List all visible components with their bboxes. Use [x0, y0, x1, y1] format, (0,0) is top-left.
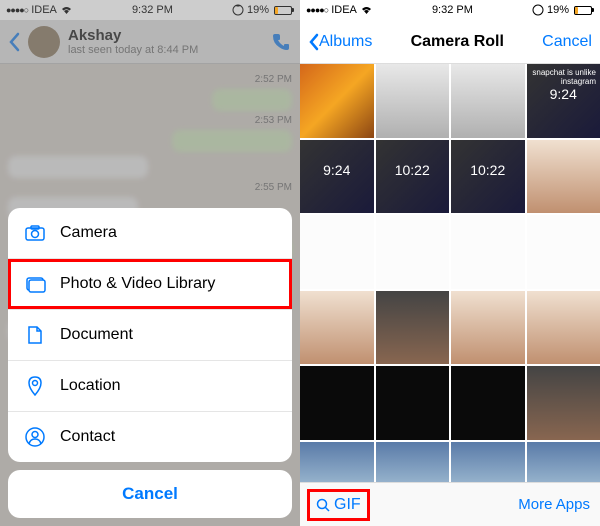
rotation-lock-icon [232, 4, 244, 16]
photo-thumbnail[interactable] [300, 366, 374, 440]
location-icon [24, 375, 46, 397]
photo-thumbnail[interactable] [376, 64, 450, 138]
photo-thumbnail[interactable]: 9:24 snapchat is unlike instagram [527, 64, 600, 138]
gif-search-button[interactable]: GIF [310, 492, 367, 518]
signal-dots-icon: ●●●●○ [6, 5, 28, 15]
status-bar: ●●●●○ IDEA 9:32 PM 19% [0, 0, 300, 20]
action-cancel-button[interactable]: Cancel [8, 470, 292, 518]
picker-bottom-bar: GIF More Apps [300, 482, 600, 526]
carrier-label: IDEA [331, 4, 357, 16]
albums-back-button[interactable]: Albums [308, 33, 372, 51]
photo-thumbnail[interactable]: 9:24 [300, 140, 374, 214]
photo-thumbnail[interactable] [451, 366, 525, 440]
photo-thumbnail[interactable] [527, 366, 600, 440]
photo-thumbnail[interactable] [300, 64, 374, 138]
battery-percent: 19% [247, 4, 269, 16]
action-label: Camera [60, 224, 117, 242]
photo-thumbnail[interactable] [527, 215, 600, 289]
status-bar: ●●●●○ IDEA 9:32 PM 19% [300, 0, 600, 20]
right-phone-camera-roll: ●●●●○ IDEA 9:32 PM 19% Albums [300, 0, 600, 526]
battery-icon [572, 6, 594, 15]
signal-dots-icon: ●●●●○ [306, 5, 328, 15]
back-label: Albums [319, 33, 372, 51]
search-icon [316, 498, 330, 512]
action-label: Location [60, 377, 121, 395]
photo-grid: 9:24 snapchat is unlike instagram 9:24 1… [300, 64, 600, 515]
photo-thumbnail[interactable] [376, 366, 450, 440]
left-phone-chat-screen: ●●●●○ IDEA 9:32 PM 19% [0, 0, 300, 526]
photo-thumbnail[interactable] [376, 215, 450, 289]
folder-icon [24, 273, 46, 295]
carrier-label: IDEA [31, 4, 57, 16]
photo-thumbnail[interactable] [451, 215, 525, 289]
wifi-icon [60, 5, 73, 15]
attachment-action-sheet: Camera Photo & Video Library Document [8, 208, 292, 518]
action-camera[interactable]: Camera [8, 208, 292, 259]
action-label: Photo & Video Library [60, 275, 215, 293]
action-label: Contact [60, 428, 115, 446]
rotation-lock-icon [532, 4, 544, 16]
battery-icon [272, 6, 294, 15]
action-contact[interactable]: Contact [8, 412, 292, 462]
photo-thumbnail[interactable] [527, 140, 600, 214]
status-time: 9:32 PM [432, 4, 473, 16]
gif-label: GIF [334, 496, 361, 514]
contact-icon [24, 426, 46, 448]
action-photo-video-library[interactable]: Photo & Video Library [8, 259, 292, 310]
photo-thumbnail[interactable] [376, 291, 450, 365]
action-label: Document [60, 326, 133, 344]
document-icon [24, 324, 46, 346]
photo-thumbnail[interactable] [527, 291, 600, 365]
action-location[interactable]: Location [8, 361, 292, 412]
photo-thumbnail[interactable] [451, 64, 525, 138]
more-apps-button[interactable]: More Apps [518, 496, 590, 513]
photo-thumbnail[interactable] [451, 291, 525, 365]
picker-title: Camera Roll [411, 33, 504, 51]
picker-cancel-button[interactable]: Cancel [542, 33, 592, 51]
photo-thumbnail[interactable] [300, 215, 374, 289]
wifi-icon [360, 5, 373, 15]
camera-icon [24, 222, 46, 244]
battery-percent: 19% [547, 4, 569, 16]
picker-navbar: Albums Camera Roll Cancel [300, 20, 600, 64]
photo-thumbnail[interactable]: 10:22 [376, 140, 450, 214]
photo-thumbnail[interactable]: 10:22 [451, 140, 525, 214]
action-document[interactable]: Document [8, 310, 292, 361]
status-time: 9:32 PM [132, 4, 173, 16]
photo-thumbnail[interactable] [300, 291, 374, 365]
